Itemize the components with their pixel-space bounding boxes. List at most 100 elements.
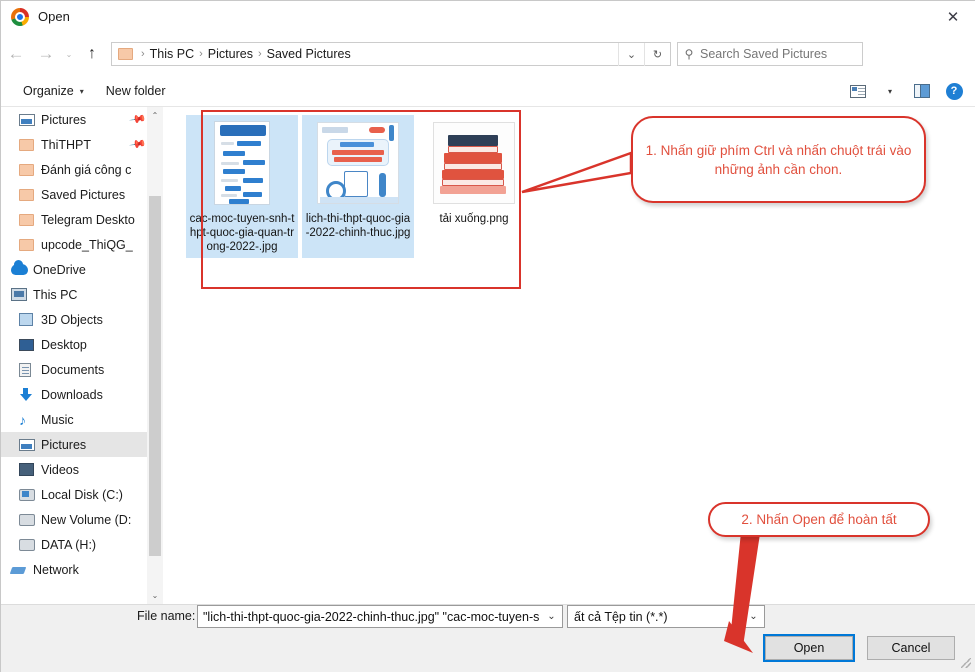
sidebar-item-label: DATA (H:) [41,538,96,552]
sidebar-item-onedrive[interactable]: OneDrive [1,257,163,282]
sidebar-item-label: upcode_ThiQG_ [41,238,133,252]
sidebar-item-label: Downloads [41,388,103,402]
file-type-value: ất cả Tệp tin (*.*) [568,610,668,624]
scroll-up-icon[interactable]: ⌃ [147,107,163,124]
sidebar-item-label: Saved Pictures [41,188,125,202]
pin-icon: 📌 [129,110,148,129]
file-name-label: lich-thi-thpt-quoc-gia-2022-chinh-thuc.j… [305,212,411,240]
chevron-down-icon: ▾ [80,87,84,96]
sidebar-item-label: Documents [41,363,104,377]
disk-icon [19,514,41,526]
sidebar-item-local-disk-c[interactable]: Local Disk (C:) [1,482,163,507]
sidebar-item-videos[interactable]: Videos [1,457,163,482]
file-name-label: cac-moc-tuyen-snh-thpt-quoc-gia-quan-tro… [189,212,295,254]
view-layout-icon [850,85,866,98]
folder-icon [19,239,41,251]
file-name-input[interactable]: "lich-thi-thpt-quoc-gia-2022-chinh-thuc.… [197,605,563,628]
cloud-icon [11,264,33,275]
sidebar-item-this-pc[interactable]: This PC [1,282,163,307]
sidebar-item-downloads[interactable]: Downloads [1,382,163,407]
sidebar-item-label: ThiTHPT [41,138,91,152]
search-placeholder: Search Saved Pictures [700,47,827,61]
open-file-dialog: Open ✕ ← → ⌄ ↑ › This PC › Pictures › Sa… [0,0,975,672]
chevron-down-icon: ▾ [888,87,892,96]
folder-icon [118,48,133,60]
windows-disk-icon [19,489,41,501]
pictures-icon [19,114,41,126]
file-type-select[interactable]: ất cả Tệp tin (*.*) ⌄ [567,605,765,628]
scrollbar-thumb[interactable] [149,196,161,556]
breadcrumb-saved-pictures[interactable]: Saved Pictures [267,47,351,61]
breadcrumb-separator: › [141,48,145,60]
downloads-icon [19,388,41,402]
sidebar-item-desktop[interactable]: Desktop [1,332,163,357]
open-button[interactable]: Open [765,636,853,660]
this-pc-icon [11,288,33,301]
chevron-down-icon[interactable]: ⌄ [541,606,562,627]
file-item[interactable]: cac-moc-tuyen-snh-thpt-quoc-gia-quan-tro… [186,115,298,258]
file-thumbnail-lich-thi-poster [315,120,401,206]
sidebar-item-label: Music [41,413,74,427]
cancel-button[interactable]: Cancel [867,636,955,660]
sidebar-item-nh-gi-c-ng-c[interactable]: Đánh giá công c [1,157,163,182]
sidebar-item-new-volume-d[interactable]: New Volume (D: [1,507,163,532]
sidebar-item-upcode-thiqg[interactable]: upcode_ThiQG_ [1,232,163,257]
sidebar-item-label: Network [33,563,79,577]
view-options-button[interactable]: ▾ [876,80,904,102]
help-button[interactable]: ? [940,80,968,102]
sidebar-item-pictures[interactable]: Pictures [1,432,163,457]
sidebar-item-label: 3D Objects [41,313,103,327]
preview-pane-button[interactable] [908,80,936,102]
folder-icon [19,214,41,226]
command-toolbar: Organize ▾ New folder ▾ ? [1,76,975,107]
chevron-down-icon[interactable]: ⌄ [743,606,764,627]
scroll-down-icon[interactable]: ⌄ [147,587,163,604]
recent-locations-button[interactable]: ⌄ [61,50,77,59]
pin-icon: 📌 [129,135,148,154]
sidebar-item-saved-pictures[interactable]: Saved Pictures [1,182,163,207]
folder-icon [19,164,41,176]
file-name-label: tải xuống.png [439,212,508,226]
file-list-view[interactable]: cac-moc-tuyen-snh-thpt-quoc-gia-quan-tro… [164,107,975,604]
sidebar-item-telegram-deskto[interactable]: Telegram Deskto [1,207,163,232]
3d-objects-icon [19,313,41,326]
window-title: Open [38,9,70,24]
sidebar-item-network[interactable]: Network [1,557,163,582]
navigation-pane-scrollbar[interactable]: ⌃ ⌄ [147,107,163,604]
sidebar-item-pictures[interactable]: Pictures📌 [1,107,163,132]
change-view-button[interactable] [844,80,872,102]
organize-button[interactable]: Organize ▾ [23,84,84,98]
navigation-bar: ← → ⌄ ↑ › This PC › Pictures › Saved Pic… [1,32,975,76]
breadcrumb-separator: › [199,48,203,60]
sidebar-item-music[interactable]: ♪Music [1,407,163,432]
music-icon: ♪ [19,413,41,427]
resize-grip[interactable] [961,658,971,668]
forward-button[interactable]: → [31,44,61,64]
chrome-icon [11,8,29,26]
refresh-icon[interactable]: ↻ [644,43,670,66]
sidebar-item-documents[interactable]: Documents [1,357,163,382]
file-item[interactable]: lich-thi-thpt-quoc-gia-2022-chinh-thuc.j… [302,115,414,258]
sidebar-item-3d-objects[interactable]: 3D Objects [1,307,163,332]
breadcrumb-this-pc[interactable]: This PC [150,47,194,61]
sidebar-item-label: Telegram Deskto [41,213,135,227]
up-button[interactable]: ↑ [77,45,107,63]
breadcrumb-pictures[interactable]: Pictures [208,47,253,61]
sidebar-item-thithpt[interactable]: ThiTHPT 📌 [1,132,163,157]
address-bar[interactable]: › This PC › Pictures › Saved Pictures ⌄ … [111,42,671,66]
title-bar: Open ✕ [1,1,975,32]
search-box[interactable]: ⚲ Search Saved Pictures [677,42,863,66]
sidebar-item-label: Pictures [41,438,86,452]
chevron-down-icon[interactable]: ⌄ [618,43,644,66]
close-icon[interactable]: ✕ [930,1,975,32]
help-icon: ? [946,83,963,100]
sidebar-item-label: This PC [33,288,77,302]
file-item[interactable]: tải xuống.png [418,115,530,258]
back-button[interactable]: ← [1,44,31,64]
new-folder-button[interactable]: New folder [106,84,166,98]
sidebar-item-data-h[interactable]: DATA (H:) [1,532,163,557]
preview-pane-icon [914,84,930,98]
network-icon [11,564,33,576]
videos-icon [19,463,41,476]
sidebar-item-label: OneDrive [33,263,86,277]
